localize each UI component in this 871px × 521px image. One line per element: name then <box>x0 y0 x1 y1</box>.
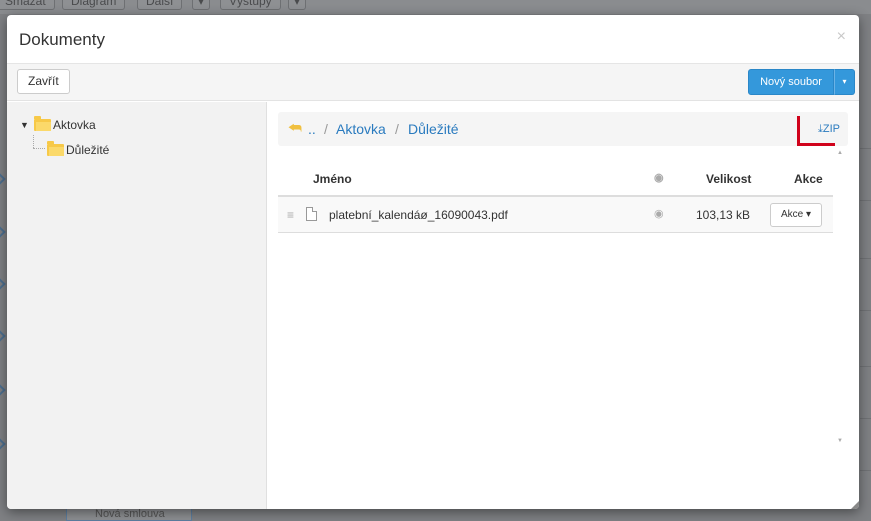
bg-row-divider <box>860 470 871 471</box>
new-file-button[interactable]: Nový soubor <box>748 69 834 95</box>
breadcrumb-separator: / <box>395 121 399 137</box>
bg-row-arrow-icon <box>0 278 6 290</box>
bg-new-contract-button: Nová smlouva <box>66 507 192 521</box>
zip-label: ZIP <box>822 123 840 135</box>
folder-open-icon <box>47 141 64 156</box>
scrollbar[interactable]: ▲ ▼ <box>834 148 848 448</box>
row-actions-button[interactable]: Akce ▾ <box>770 203 822 227</box>
tree-node-dulezite[interactable]: Důležité <box>47 141 110 157</box>
bg-row-divider <box>860 148 871 149</box>
bg-row-arrow-icon <box>0 173 6 185</box>
eye-icon: ◉ <box>654 172 664 184</box>
modal-header: Dokumenty × <box>7 15 859 64</box>
back-arrow-icon[interactable]: ⮪ <box>288 112 302 146</box>
tree-node-aktovka[interactable]: ▼ Aktovka <box>20 116 96 132</box>
file-panel: ⮪ .. / Aktovka / Důležité ⤓ZIP Jméno ◉ V… <box>278 112 848 502</box>
table-row[interactable]: ≡ platební_kalendáø_16090043.pdf ◉ 103,1… <box>278 197 833 233</box>
modal-toolbar: Zavřít Nový soubor ▾ <box>7 64 859 101</box>
file-size: 103,13 kB <box>696 208 751 222</box>
bg-row-arrow-icon <box>0 330 6 342</box>
folder-tree: ▼ Aktovka Důležité <box>7 102 267 509</box>
new-file-dropdown-toggle[interactable]: ▾ <box>834 69 855 95</box>
file-icon <box>306 207 317 221</box>
resize-grip-icon[interactable] <box>851 501 859 509</box>
scroll-up-icon[interactable]: ▲ <box>837 150 843 156</box>
bg-row-arrow-icon <box>0 438 6 450</box>
file-name[interactable]: platební_kalendáø_16090043.pdf <box>329 208 508 222</box>
bg-row-divider <box>860 310 871 311</box>
bg-row-divider <box>860 200 871 201</box>
column-header-actions: Akce <box>794 172 823 186</box>
eye-icon[interactable]: ◉ <box>654 207 664 220</box>
bg-row-divider <box>860 418 871 419</box>
bg-row-divider <box>860 366 871 367</box>
tree-node-label: Důležité <box>66 143 110 157</box>
breadcrumb-item-aktovka[interactable]: Aktovka <box>336 112 386 146</box>
bg-diagram-button: Diagram <box>62 0 126 10</box>
bg-more-caret: ▾ <box>192 0 211 10</box>
modal-body: ▼ Aktovka Důležité ⮪ .. / Aktovka / Důle… <box>7 102 859 509</box>
bg-row-arrow-icon <box>0 384 6 396</box>
scroll-down-icon[interactable]: ▼ <box>837 438 843 444</box>
file-table: Jméno ◉ Velikost Akce ≡ platební_kalendá… <box>278 161 833 233</box>
tree-node-label: Aktovka <box>53 118 96 132</box>
breadcrumb-up[interactable]: .. <box>308 112 316 146</box>
bg-row-arrow-icon <box>0 226 6 238</box>
bg-delete-button: Smazat <box>0 0 55 10</box>
close-button[interactable]: Zavřít <box>17 69 70 94</box>
chevron-down-icon[interactable]: ▼ <box>20 120 34 130</box>
breadcrumb-item-dulezite[interactable]: Důležité <box>408 112 459 146</box>
breadcrumb-separator: / <box>324 121 328 137</box>
bg-outputs-caret: ▾ <box>288 0 307 10</box>
background-toolbar: Smazat Diagram Další ▾ Výstupy ▾ <box>0 0 871 14</box>
tree-connector <box>33 148 45 149</box>
close-icon[interactable]: × <box>837 28 846 46</box>
folder-open-icon <box>34 116 51 131</box>
table-header: Jméno ◉ Velikost Akce <box>278 161 833 197</box>
bg-more-button: Další <box>137 0 183 10</box>
tree-connector <box>33 135 34 148</box>
bg-outputs-button: Výstupy <box>220 0 281 10</box>
column-header-name[interactable]: Jméno <box>313 172 352 186</box>
breadcrumb: ⮪ .. / Aktovka / Důležité ⤓ZIP <box>278 112 848 146</box>
annotation-mark <box>797 116 800 146</box>
bg-row-divider <box>860 258 871 259</box>
zip-download-link[interactable]: ⤓ZIP <box>818 112 840 146</box>
drag-handle-icon[interactable]: ≡ <box>287 208 294 222</box>
annotation-mark <box>797 143 835 146</box>
column-header-size[interactable]: Velikost <box>706 172 751 186</box>
documents-modal: Dokumenty × Zavřít Nový soubor ▾ ▼ Aktov… <box>7 15 859 509</box>
modal-title: Dokumenty <box>19 30 105 49</box>
